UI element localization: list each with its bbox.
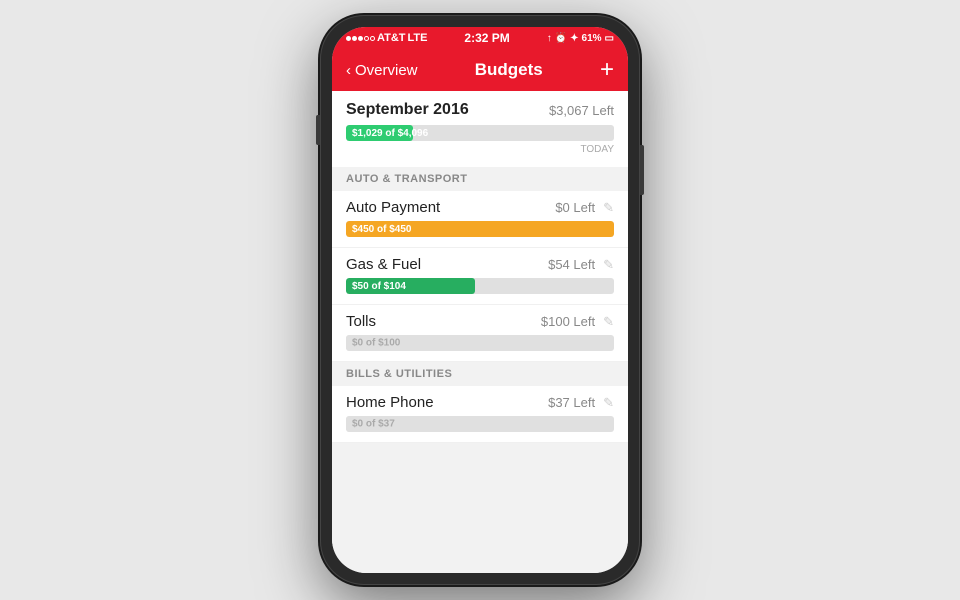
category-header: AUTO & TRANSPORT	[332, 167, 628, 191]
budget-progress-fill: $450 of $450	[346, 221, 614, 237]
september-progress-label: $1,029 of $4,096	[352, 128, 428, 139]
budget-progress-label-zero: $0 of $100	[352, 338, 400, 349]
signal-icon	[346, 36, 375, 41]
battery-label: 61%	[582, 33, 602, 44]
time-label: 2:32 PM	[464, 31, 509, 45]
signal-dot-2	[352, 36, 357, 41]
category-header: BILLS & UTILITIES	[332, 362, 628, 386]
budget-item-name: Auto Payment	[346, 199, 440, 216]
signal-dot-3	[358, 36, 363, 41]
nav-title: Budgets	[475, 60, 543, 80]
phone-device: AT&T LTE 2:32 PM ↑ ⏰ ✦ 61% ▭ ‹ Overview …	[320, 15, 640, 585]
today-label: TODAY	[346, 144, 614, 155]
september-section: September 2016 $3,067 Left $1,029 of $4,…	[332, 91, 628, 167]
nav-bar: ‹ Overview Budgets +	[332, 49, 628, 91]
network-label: LTE	[408, 32, 428, 44]
budget-item-name: Gas & Fuel	[346, 256, 421, 273]
alarm-icon: ⏰	[555, 33, 567, 44]
phone-screen: AT&T LTE 2:32 PM ↑ ⏰ ✦ 61% ▭ ‹ Overview …	[332, 27, 628, 573]
budget-item: Gas & Fuel $54 Left ✎ $50 of $104	[332, 248, 628, 305]
edit-icon[interactable]: ✎	[603, 314, 614, 330]
budget-item-header: Tolls $100 Left ✎	[346, 313, 614, 330]
budget-item-name: Home Phone	[346, 394, 434, 411]
add-button[interactable]: +	[600, 58, 614, 82]
carrier-label: AT&T	[377, 32, 406, 44]
budget-item-header: Gas & Fuel $54 Left ✎	[346, 256, 614, 273]
budget-progress-fill: $50 of $104	[346, 278, 475, 294]
budget-item-name: Tolls	[346, 313, 376, 330]
bluetooth-icon: ✦	[570, 33, 578, 44]
edit-icon[interactable]: ✎	[603, 257, 614, 273]
signal-dot-5	[370, 36, 375, 41]
status-bar: AT&T LTE 2:32 PM ↑ ⏰ ✦ 61% ▭	[332, 27, 628, 49]
budget-item-right: $100 Left ✎	[541, 314, 614, 330]
budget-progress-label: $450 of $450	[352, 224, 412, 235]
back-chevron-icon: ‹	[346, 62, 351, 79]
budget-left-amount: $0 Left	[555, 200, 595, 215]
budget-item-right: $0 Left ✎	[555, 200, 614, 216]
signal-dot-1	[346, 36, 351, 41]
edit-icon[interactable]: ✎	[603, 395, 614, 411]
budget-progress-label-zero: $0 of $37	[352, 419, 395, 430]
budget-progress-bg: $0 of $37	[346, 416, 614, 432]
status-left: AT&T LTE	[346, 32, 427, 44]
september-progress-bg: $1,029 of $4,096	[346, 125, 614, 141]
budget-left-amount: $100 Left	[541, 314, 595, 329]
september-progress-fill: $1,029 of $4,096	[346, 125, 413, 141]
status-right: ↑ ⏰ ✦ 61% ▭	[547, 33, 614, 44]
september-left: $3,067 Left	[549, 103, 614, 118]
budget-item: Home Phone $37 Left ✎ $0 of $37	[332, 386, 628, 443]
budget-progress-label: $50 of $104	[352, 281, 406, 292]
back-button[interactable]: ‹ Overview	[346, 62, 418, 79]
location-icon: ↑	[547, 33, 552, 44]
content-area: September 2016 $3,067 Left $1,029 of $4,…	[332, 91, 628, 573]
budget-item-header: Home Phone $37 Left ✎	[346, 394, 614, 411]
categories-container: AUTO & TRANSPORT Auto Payment $0 Left ✎ …	[332, 167, 628, 443]
budget-progress-bg: $0 of $100	[346, 335, 614, 351]
budget-progress-bg: $450 of $450	[346, 221, 614, 237]
budget-left-amount: $37 Left	[548, 395, 595, 410]
september-header-row: September 2016 $3,067 Left	[346, 101, 614, 119]
budget-item-header: Auto Payment $0 Left ✎	[346, 199, 614, 216]
battery-icon: ▭	[605, 33, 614, 44]
budget-left-amount: $54 Left	[548, 257, 595, 272]
back-label: Overview	[355, 62, 418, 79]
signal-dot-4	[364, 36, 369, 41]
edit-icon[interactable]: ✎	[603, 200, 614, 216]
september-title: September 2016	[346, 101, 469, 119]
budget-progress-bg: $50 of $104	[346, 278, 614, 294]
budget-item: Tolls $100 Left ✎ $0 of $100	[332, 305, 628, 362]
budget-item-right: $54 Left ✎	[548, 257, 614, 273]
budget-item-right: $37 Left ✎	[548, 395, 614, 411]
budget-item: Auto Payment $0 Left ✎ $450 of $450	[332, 191, 628, 248]
